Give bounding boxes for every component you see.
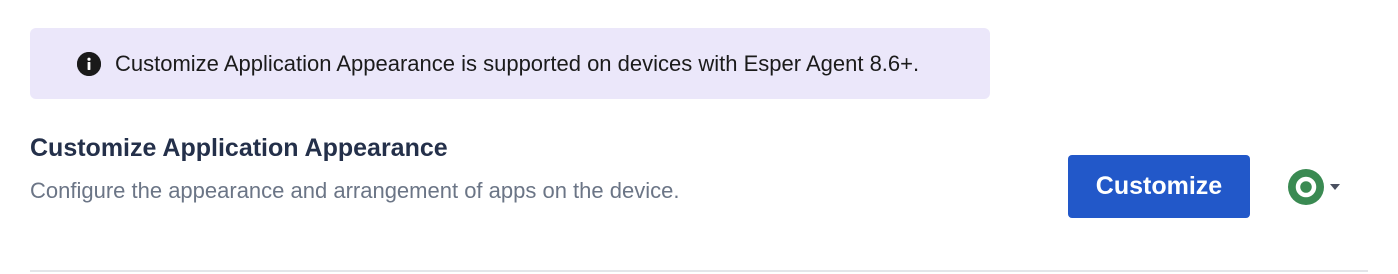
info-icon <box>77 51 101 76</box>
settings-page: Customize Application Appearance is supp… <box>0 0 1398 274</box>
status-ring-icon <box>1288 169 1324 205</box>
status-dropdown[interactable] <box>1288 169 1346 205</box>
caret-down-icon <box>1330 184 1340 190</box>
info-banner: Customize Application Appearance is supp… <box>30 28 990 99</box>
setting-title: Customize Application Appearance <box>30 134 448 162</box>
info-banner-text: Customize Application Appearance is supp… <box>115 50 920 76</box>
setting-description: Configure the appearance and arrangement… <box>30 178 680 203</box>
section-divider <box>30 270 1368 272</box>
customize-button[interactable]: Customize <box>1068 155 1250 218</box>
